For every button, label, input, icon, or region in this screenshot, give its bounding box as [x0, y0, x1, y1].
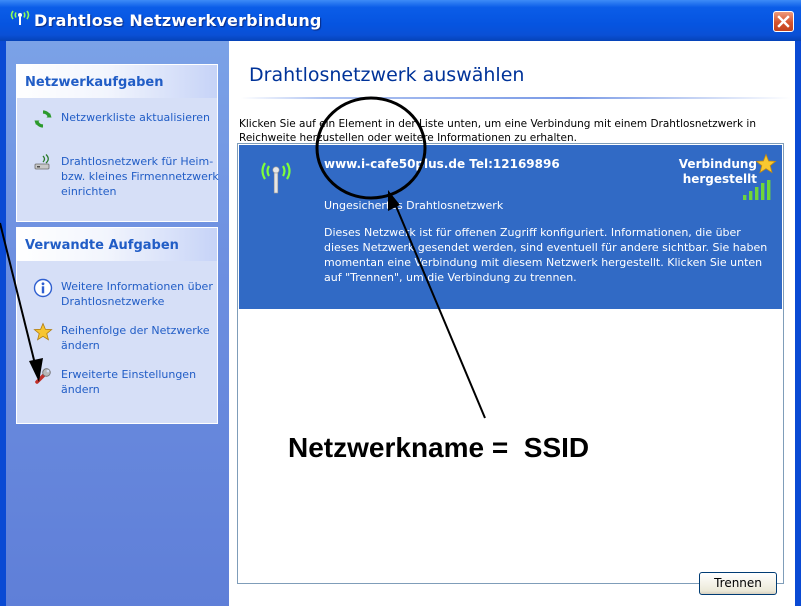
info-icon: [33, 278, 53, 298]
task-advanced-settings[interactable]: Erweiterte Einstellungen ändern: [33, 366, 223, 416]
task-change-order-label: Reihenfolge der Netzwerke ändern: [61, 324, 210, 352]
tools-icon: [35, 368, 51, 384]
related-tasks-panel: Verwandte Aufgaben Weitere Informationen…: [16, 227, 218, 424]
wireless-antenna-icon: [261, 162, 291, 194]
related-tasks-header: Verwandte Aufgaben: [17, 228, 217, 261]
close-icon: [777, 15, 790, 28]
wireless-connection-window: Drahtlose Netzwerkverbindung Netzwerkauf…: [0, 0, 801, 606]
network-list-item[interactable]: www.i-cafe50plus.de Tel:12169896 Verbind…: [239, 145, 782, 309]
security-type: Ungesichertes Drahtlosnetzwerk: [324, 199, 504, 212]
task-advanced-settings-label: Erweiterte Einstellungen ändern: [61, 368, 197, 396]
network-list[interactable]: www.i-cafe50plus.de Tel:12169896 Verbind…: [237, 143, 784, 584]
task-setup-wireless-label: Drahtlosnetzwerk für Heim- bzw. kleines …: [61, 155, 219, 198]
wireless-setup-icon: [34, 154, 50, 170]
refresh-icon: [34, 110, 52, 128]
close-button[interactable]: [773, 11, 794, 32]
wireless-title-icon: [10, 10, 30, 25]
instruction-text: Klicken Sie auf ein Element in der Liste…: [239, 118, 756, 144]
preferred-network-star-icon: [755, 153, 777, 174]
ssid-annotation-label: Netzwerkname = SSID: [288, 432, 590, 463]
task-more-info-label: Weitere Informationen über Drahtlosnetzw…: [61, 280, 213, 308]
task-setup-wireless[interactable]: Drahtlosnetzwerk für Heim- bzw. kleines …: [33, 153, 223, 213]
main-pane: Drahtlosnetzwerk auswählen Klicken Sie a…: [229, 41, 795, 606]
task-refresh-network-list[interactable]: Netzwerkliste aktualisieren: [33, 109, 223, 159]
network-description: Dieses Netzwerk ist für offenen Zugriff …: [324, 226, 768, 284]
title-bar[interactable]: Drahtlose Netzwerkverbindung: [0, 0, 801, 41]
task-sidebar: Netzwerkaufgaben Netzwerkliste aktualisi…: [6, 41, 229, 606]
network-ssid: www.i-cafe50plus.de Tel:12169896: [324, 157, 560, 171]
page-title: Drahtlosnetzwerk auswählen: [249, 64, 525, 86]
disconnect-button[interactable]: Trennen: [699, 572, 777, 595]
task-refresh-label: Netzwerkliste aktualisieren: [61, 111, 210, 124]
task-more-info[interactable]: Weitere Informationen über Drahtlosnetzw…: [33, 278, 223, 328]
task-change-network-order[interactable]: Reihenfolge der Netzwerke ändern: [33, 322, 223, 372]
title-divider: [241, 97, 791, 99]
signal-bars-icon: [743, 180, 771, 200]
network-tasks-header: Netzwerkaufgaben: [17, 65, 217, 98]
star-icon: [33, 322, 53, 341]
window-title: Drahtlose Netzwerkverbindung: [34, 11, 322, 30]
network-tasks-panel: Netzwerkaufgaben Netzwerkliste aktualisi…: [16, 64, 219, 222]
